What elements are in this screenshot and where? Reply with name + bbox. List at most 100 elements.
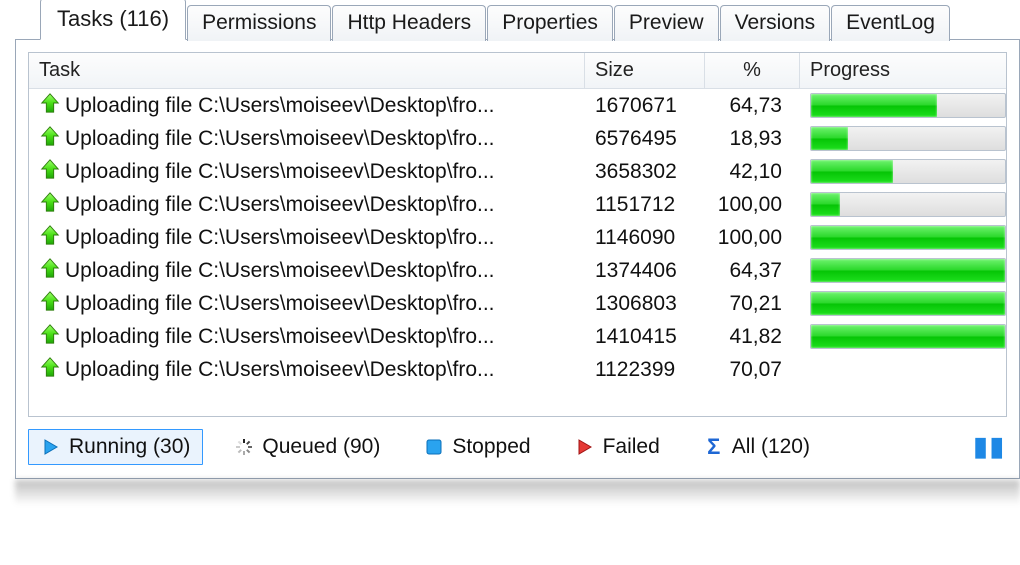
cell-task: Uploading file C:\Users\moiseev\Desktop\… [29, 224, 585, 252]
tab-tasks[interactable]: Tasks (116) [40, 0, 186, 40]
table-row[interactable]: Uploading file C:\Users\moiseev\Desktop\… [29, 320, 1006, 353]
filter-failed[interactable]: Failed [562, 429, 673, 465]
progress-fill [811, 160, 893, 183]
progress-bar [810, 225, 1006, 250]
cell-size: 3658302 [585, 160, 705, 184]
filter-running-label: Running (30) [69, 435, 190, 459]
sigma-icon: Σ [704, 437, 724, 457]
progress-bar [810, 159, 1006, 184]
progress-bar [810, 192, 1006, 217]
pause-button[interactable]: ▮▮ [960, 425, 1007, 468]
cell-size: 1146090 [585, 226, 705, 250]
cell-size: 1670671 [585, 94, 705, 118]
cell-size: 6576495 [585, 127, 705, 151]
cell-percent: 70,21 [705, 292, 800, 316]
panel-body: Task Size % Progress Uploading file C:\U… [15, 39, 1020, 479]
cell-task: Uploading file C:\Users\moiseev\Desktop\… [29, 356, 585, 384]
cell-progress [800, 324, 1006, 349]
cell-percent: 18,93 [705, 127, 800, 151]
task-text: Uploading file C:\Users\moiseev\Desktop\… [65, 94, 495, 118]
task-text: Uploading file C:\Users\moiseev\Desktop\… [65, 127, 495, 151]
cell-progress [800, 291, 1006, 316]
cell-progress [800, 225, 1006, 250]
failed-icon [575, 437, 595, 457]
table-row[interactable]: Uploading file C:\Users\moiseev\Desktop\… [29, 89, 1006, 122]
tasks-panel: Tasks (116) Permissions Http Headers Pro… [15, 0, 1020, 480]
upload-icon [39, 158, 61, 186]
progress-fill [811, 325, 1005, 348]
cell-percent: 41,82 [705, 325, 800, 349]
cell-progress [800, 126, 1006, 151]
upload-icon [39, 257, 61, 285]
tab-versions[interactable]: Versions [720, 5, 831, 41]
table-row[interactable]: Uploading file C:\Users\moiseev\Desktop\… [29, 254, 1006, 287]
cell-progress [800, 192, 1006, 217]
cell-percent: 100,00 [705, 193, 800, 217]
table-row[interactable]: Uploading file C:\Users\moiseev\Desktop\… [29, 188, 1006, 221]
table-row[interactable]: Uploading file C:\Users\moiseev\Desktop\… [29, 221, 1006, 254]
stop-icon [424, 437, 444, 457]
tab-eventlog[interactable]: EventLog [831, 5, 950, 41]
cell-task: Uploading file C:\Users\moiseev\Desktop\… [29, 191, 585, 219]
filter-failed-label: Failed [603, 435, 660, 459]
tasks-table: Task Size % Progress Uploading file C:\U… [28, 52, 1007, 417]
cell-task: Uploading file C:\Users\moiseev\Desktop\… [29, 290, 585, 318]
pause-icon: ▮▮ [973, 431, 1006, 462]
cell-task: Uploading file C:\Users\moiseev\Desktop\… [29, 92, 585, 120]
table-body: Uploading file C:\Users\moiseev\Desktop\… [29, 89, 1006, 416]
task-text: Uploading file C:\Users\moiseev\Desktop\… [65, 193, 495, 217]
tab-bar: Tasks (116) Permissions Http Headers Pro… [15, 0, 1020, 40]
filter-all-label: All (120) [732, 435, 810, 459]
play-icon [41, 437, 61, 457]
task-text: Uploading file C:\Users\moiseev\Desktop\… [65, 358, 495, 382]
upload-icon [39, 92, 61, 120]
col-percent[interactable]: % [705, 53, 800, 88]
progress-fill [811, 259, 1005, 282]
tab-permissions[interactable]: Permissions [187, 5, 331, 41]
upload-icon [39, 224, 61, 252]
cell-task: Uploading file C:\Users\moiseev\Desktop\… [29, 323, 585, 351]
progress-fill [811, 292, 1005, 315]
cell-progress [800, 159, 1006, 184]
filter-all[interactable]: Σ All (120) [691, 429, 823, 465]
cell-task: Uploading file C:\Users\moiseev\Desktop\… [29, 158, 585, 186]
cell-percent: 100,00 [705, 226, 800, 250]
cell-size: 1306803 [585, 292, 705, 316]
upload-icon [39, 290, 61, 318]
col-task[interactable]: Task [29, 53, 585, 88]
tab-preview[interactable]: Preview [614, 5, 719, 41]
filter-stopped[interactable]: Stopped [411, 429, 543, 465]
filter-queued[interactable]: Queued (90) [221, 429, 393, 465]
cell-size: 1122399 [585, 358, 705, 382]
upload-icon [39, 323, 61, 351]
table-row[interactable]: Uploading file C:\Users\moiseev\Desktop\… [29, 287, 1006, 320]
cell-percent: 64,37 [705, 259, 800, 283]
progress-fill [811, 226, 1005, 249]
task-text: Uploading file C:\Users\moiseev\Desktop\… [65, 226, 495, 250]
progress-bar [810, 324, 1006, 349]
tab-http-headers[interactable]: Http Headers [332, 5, 486, 41]
progress-fill [811, 127, 848, 150]
table-row[interactable]: Uploading file C:\Users\moiseev\Desktop\… [29, 155, 1006, 188]
upload-icon [39, 125, 61, 153]
progress-bar [810, 291, 1006, 316]
progress-bar [810, 126, 1006, 151]
filter-bar: Running (30) [16, 417, 1019, 478]
col-size[interactable]: Size [585, 53, 705, 88]
col-progress[interactable]: Progress [800, 53, 1006, 88]
table-row[interactable]: Uploading file C:\Users\moiseev\Desktop\… [29, 353, 1006, 386]
cell-size: 1410415 [585, 325, 705, 349]
tab-properties[interactable]: Properties [487, 5, 613, 41]
cell-progress [800, 258, 1006, 283]
table-row[interactable]: Uploading file C:\Users\moiseev\Desktop\… [29, 122, 1006, 155]
table-header: Task Size % Progress [29, 53, 1006, 89]
cell-percent: 64,73 [705, 94, 800, 118]
filter-running[interactable]: Running (30) [28, 429, 203, 465]
cell-size: 1374406 [585, 259, 705, 283]
task-text: Uploading file C:\Users\moiseev\Desktop\… [65, 292, 495, 316]
task-text: Uploading file C:\Users\moiseev\Desktop\… [65, 259, 495, 283]
progress-fill [811, 94, 937, 117]
progress-bar [810, 258, 1006, 283]
loading-icon [234, 437, 254, 457]
cell-percent: 42,10 [705, 160, 800, 184]
